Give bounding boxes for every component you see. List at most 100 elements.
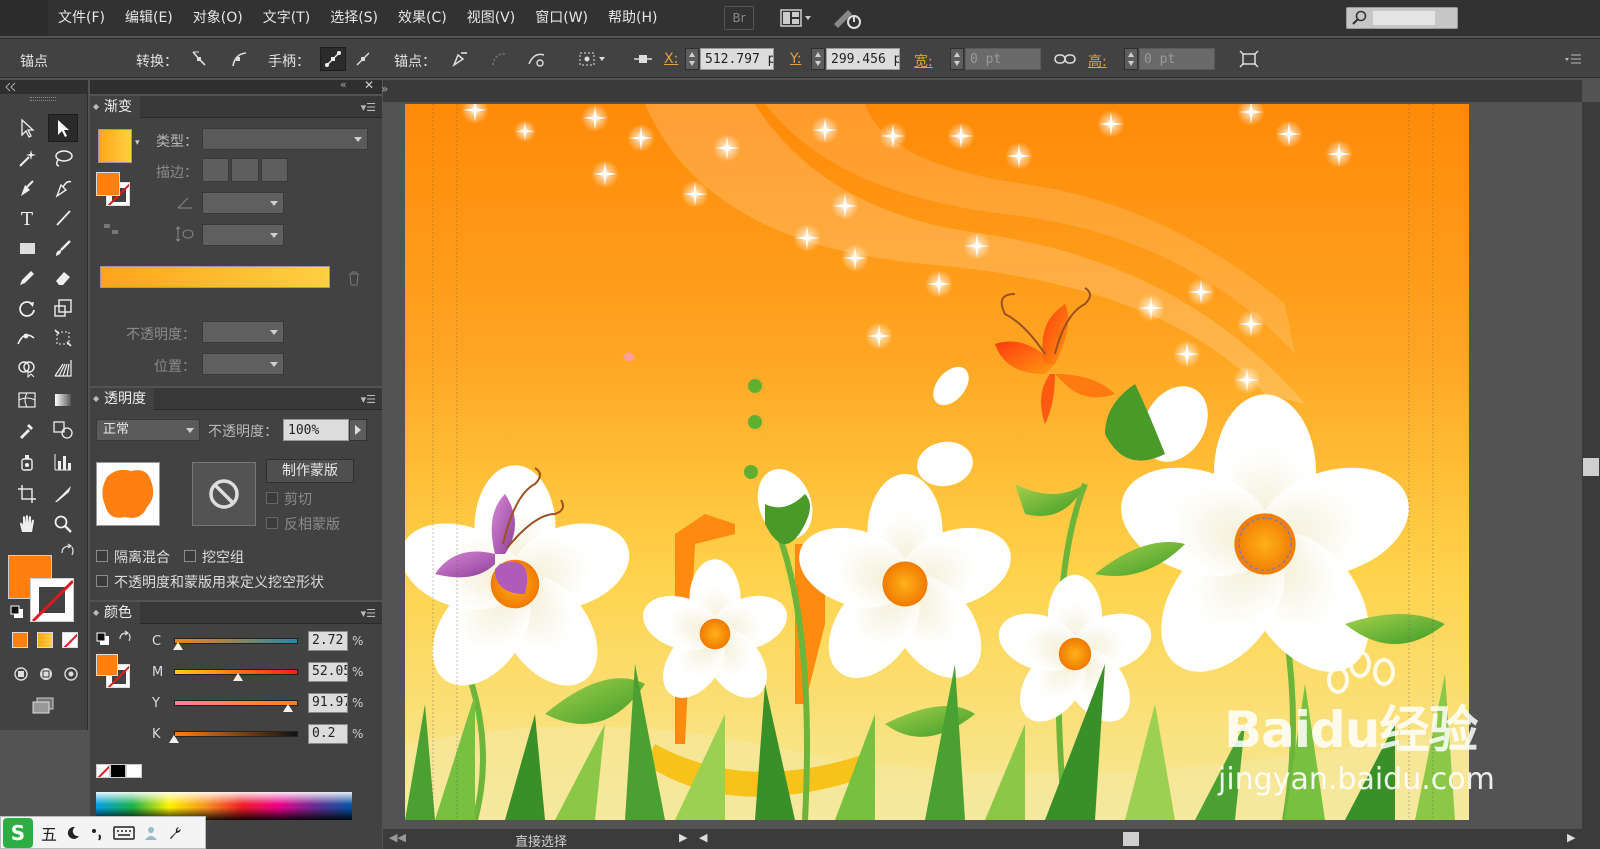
channel-slider-y[interactable] bbox=[174, 700, 298, 706]
black-swatch[interactable] bbox=[110, 764, 126, 778]
menu-select[interactable]: 选择(S) bbox=[320, 0, 388, 36]
gradient-panel-menu[interactable]: ▾☰ bbox=[361, 101, 376, 114]
pencil-tool[interactable] bbox=[12, 264, 42, 292]
transparency-panel-menu[interactable]: ▾☰ bbox=[361, 393, 376, 406]
menu-help[interactable]: 帮助(H) bbox=[598, 0, 667, 36]
color-mode-button[interactable] bbox=[12, 632, 28, 648]
blend-mode-dropdown[interactable]: 正常 bbox=[96, 419, 200, 441]
gradient-mode-button[interactable] bbox=[37, 632, 53, 648]
eyedropper-tool[interactable] bbox=[12, 416, 42, 444]
mask-thumbnail[interactable] bbox=[192, 462, 256, 526]
pen-tool[interactable] bbox=[12, 174, 42, 202]
gradient-slider-bar[interactable] bbox=[100, 266, 330, 288]
isolate-blending-checkbox[interactable] bbox=[96, 550, 108, 562]
dock-collapse-button[interactable]: « bbox=[340, 78, 347, 91]
eraser-tool[interactable] bbox=[48, 264, 78, 292]
swap-fill-stroke-button[interactable] bbox=[60, 543, 76, 561]
width-tool[interactable] bbox=[12, 324, 42, 352]
channel-slider-c[interactable] bbox=[174, 638, 298, 644]
keyboard-icon[interactable] bbox=[113, 825, 135, 841]
opacity-mask-knockout-checkbox[interactable] bbox=[96, 575, 108, 587]
change-screen-mode-button[interactable] bbox=[28, 692, 58, 720]
gradient-tab[interactable]: 渐变 bbox=[90, 96, 140, 118]
align-anchor-button[interactable] bbox=[630, 47, 656, 71]
selection-tool[interactable] bbox=[12, 114, 42, 142]
rotate-tool[interactable] bbox=[12, 294, 42, 322]
cut-path-button[interactable] bbox=[524, 47, 550, 71]
show-handles-button[interactable] bbox=[320, 47, 346, 71]
zoom-tool[interactable] bbox=[48, 510, 78, 538]
paintbrush-tool[interactable] bbox=[48, 234, 78, 262]
menu-edit[interactable]: 编辑(E) bbox=[115, 0, 183, 36]
color-fill-swatch[interactable] bbox=[96, 654, 118, 676]
channel-slider-thumb-k[interactable] bbox=[169, 735, 179, 743]
moon-icon[interactable] bbox=[65, 825, 81, 841]
rectangle-tool[interactable] bbox=[12, 234, 42, 262]
lasso-tool[interactable] bbox=[48, 144, 78, 172]
channel-value-m[interactable]: 52.05 bbox=[308, 662, 348, 682]
menu-window[interactable]: 窗口(W) bbox=[525, 0, 598, 36]
channel-value-k[interactable]: 0.2 bbox=[308, 724, 348, 744]
x-spinner[interactable] bbox=[685, 48, 699, 70]
line-segment-tool[interactable] bbox=[48, 204, 78, 232]
symbol-sprayer-tool[interactable] bbox=[12, 448, 42, 476]
transform-button[interactable] bbox=[1236, 47, 1262, 71]
perspective-grid-tool[interactable] bbox=[48, 354, 78, 382]
hide-handles-button[interactable] bbox=[350, 47, 376, 71]
type-tool[interactable]: T bbox=[12, 204, 42, 232]
gradient-thumbnail[interactable] bbox=[98, 129, 132, 163]
channel-value-y[interactable]: 91.97 bbox=[308, 693, 348, 713]
gpu-performance-button[interactable] bbox=[830, 6, 864, 30]
convert-to-smooth-button[interactable] bbox=[226, 47, 252, 71]
scale-tool[interactable] bbox=[48, 294, 78, 322]
opacity-slider-button[interactable] bbox=[349, 419, 367, 441]
bridge-button[interactable]: Br bbox=[724, 6, 754, 30]
channel-value-c[interactable]: 2.72 bbox=[308, 631, 348, 651]
hscroll-right-arrow[interactable]: ▶ bbox=[1567, 831, 1575, 844]
blend-tool[interactable] bbox=[48, 416, 78, 444]
x-position-field[interactable]: 512.797 p bbox=[700, 48, 774, 70]
convert-to-corner-button[interactable] bbox=[186, 47, 212, 71]
status-menu-arrow[interactable]: ▶ bbox=[679, 831, 687, 844]
knockout-group-checkbox[interactable] bbox=[184, 550, 196, 562]
control-panel-menu-button[interactable] bbox=[1560, 47, 1586, 71]
y-position-field[interactable]: 299.456 p bbox=[826, 48, 900, 70]
stroke-color-swatch[interactable] bbox=[30, 578, 74, 622]
isolate-selection-button[interactable] bbox=[574, 47, 612, 71]
sogou-logo-icon[interactable]: S bbox=[3, 817, 33, 848]
draw-behind-button[interactable] bbox=[33, 660, 59, 688]
white-swatch[interactable] bbox=[126, 764, 142, 778]
channel-slider-thumb-y[interactable] bbox=[283, 704, 294, 712]
direct-selection-tool[interactable] bbox=[48, 114, 78, 142]
object-thumbnail[interactable] bbox=[96, 462, 160, 526]
channel-slider-k[interactable] bbox=[174, 731, 298, 737]
mesh-tool[interactable] bbox=[12, 386, 42, 414]
gradient-thumbnail-menu[interactable]: ▾ bbox=[135, 138, 140, 148]
ime-mode-label[interactable]: 五 bbox=[41, 821, 57, 845]
status-nav-arrows[interactable]: ◀◀ bbox=[389, 831, 406, 844]
dock-close-button[interactable]: ✕ bbox=[364, 78, 374, 92]
column-graph-tool[interactable] bbox=[48, 448, 78, 476]
magic-wand-tool[interactable] bbox=[12, 144, 42, 172]
toolbox-header[interactable] bbox=[0, 80, 88, 94]
slice-tool[interactable] bbox=[48, 480, 78, 508]
vertical-scroll-thumb[interactable] bbox=[1583, 458, 1599, 476]
menu-type[interactable]: 文字(T) bbox=[253, 0, 320, 36]
color-panel-menu[interactable]: ▾☰ bbox=[361, 607, 376, 620]
menu-object[interactable]: 对象(O) bbox=[183, 0, 253, 36]
tab-strip-arrow[interactable]: » bbox=[381, 82, 388, 96]
menu-file[interactable]: 文件(F) bbox=[48, 0, 115, 36]
default-colors-button[interactable] bbox=[10, 605, 24, 623]
horizontal-scroll-thumb[interactable] bbox=[1123, 832, 1139, 846]
arrange-documents-button[interactable] bbox=[776, 6, 818, 30]
search-input[interactable] bbox=[1346, 7, 1458, 29]
channel-slider-thumb-c[interactable] bbox=[172, 642, 183, 650]
color-swap-button[interactable] bbox=[118, 630, 132, 648]
vertical-scrollbar[interactable] bbox=[1582, 102, 1600, 829]
none-swatch[interactable] bbox=[96, 764, 110, 778]
menu-view[interactable]: 视图(V) bbox=[457, 0, 526, 36]
constrain-proportions-button[interactable] bbox=[1052, 47, 1078, 71]
make-mask-button[interactable]: 制作蒙版 bbox=[266, 459, 354, 483]
color-tab[interactable]: 颜色 bbox=[90, 602, 140, 624]
curvature-tool[interactable] bbox=[48, 174, 78, 202]
